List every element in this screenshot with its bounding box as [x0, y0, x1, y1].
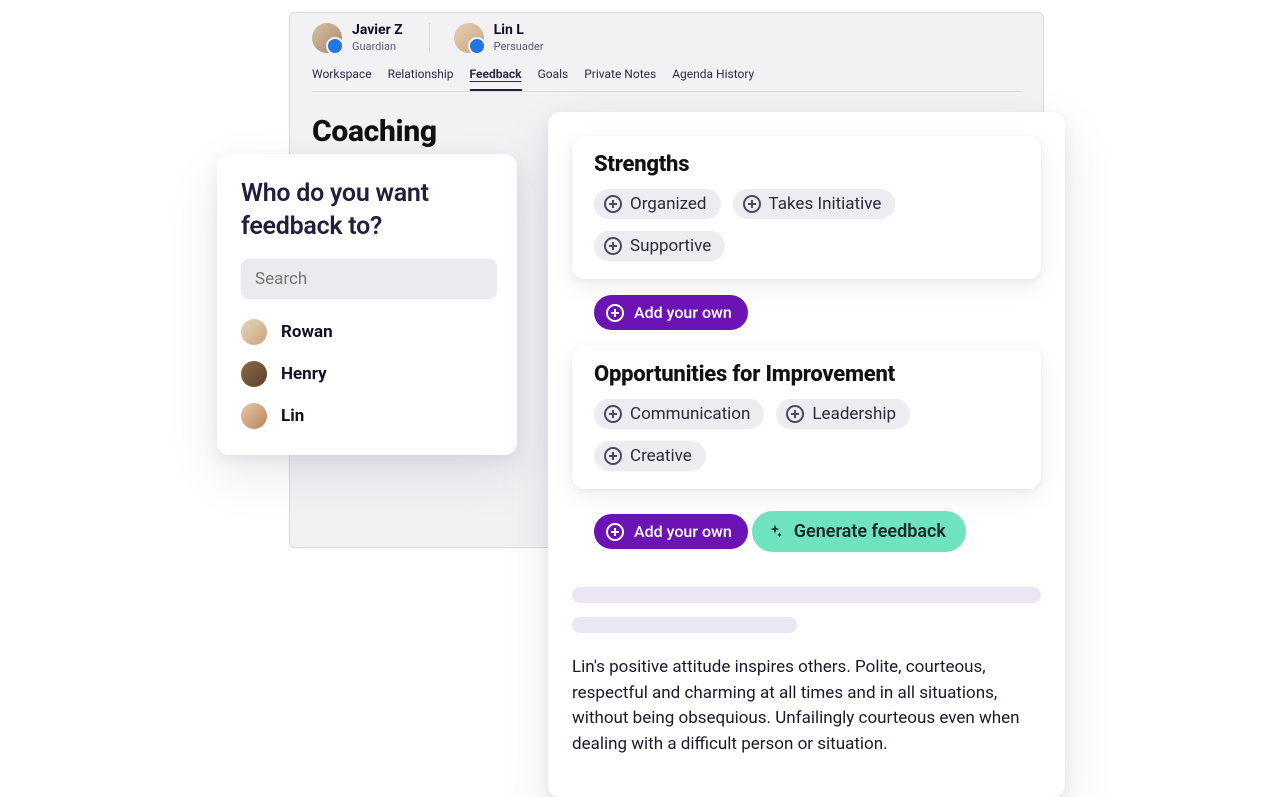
list-item-label: Henry — [281, 364, 327, 384]
add-opportunity-button[interactable]: Add your own — [594, 514, 748, 549]
people-list: Rowan Henry Lin — [241, 319, 497, 429]
list-item-label: Lin — [281, 406, 304, 426]
opportunities-group: Opportunities for Improvement Communicat… — [572, 346, 1041, 489]
chip-label: Communication — [630, 406, 750, 423]
button-label: Generate feedback — [794, 521, 946, 542]
chip-label: Organized — [630, 196, 707, 213]
list-item[interactable]: Henry — [241, 361, 497, 387]
plus-circle-icon — [786, 405, 804, 423]
participant-name: Javier Z — [352, 23, 403, 38]
chip-label: Leadership — [812, 406, 896, 423]
chip-creative[interactable]: Creative — [594, 441, 706, 471]
chip-label: Supportive — [630, 238, 711, 255]
chip-organized[interactable]: Organized — [594, 189, 721, 219]
tab-agenda-history[interactable]: Agenda History — [672, 67, 754, 91]
list-item-label: Rowan — [281, 322, 333, 342]
add-strength-button[interactable]: Add your own — [594, 295, 748, 330]
chip-takes-initiative[interactable]: Takes Initiative — [733, 189, 896, 219]
button-label: Add your own — [634, 522, 732, 541]
list-item[interactable]: Rowan — [241, 319, 497, 345]
search-field[interactable] — [241, 259, 497, 299]
avatar — [312, 23, 342, 53]
skeleton-line — [572, 587, 1041, 603]
tab-goals[interactable]: Goals — [538, 67, 569, 91]
chip-leadership[interactable]: Leadership — [776, 399, 910, 429]
participant-name: Lin L — [494, 23, 544, 38]
participant-1[interactable]: Javier Z Guardian — [312, 23, 403, 53]
avatar — [241, 361, 267, 387]
strengths-group: Strengths Organized Takes Initiative Sup… — [572, 136, 1041, 279]
generated-feedback-text: Lin's positive attitude inspires others.… — [572, 655, 1041, 757]
avatar — [241, 403, 267, 429]
panel-tabs: Workspace Relationship Feedback Goals Pr… — [312, 67, 1021, 92]
plus-circle-icon — [604, 195, 622, 213]
feedback-target-card: Who do you want feedback to? Rowan Henry… — [217, 154, 517, 455]
plus-circle-icon — [604, 237, 622, 255]
skeleton-line — [572, 617, 797, 633]
avatar — [241, 319, 267, 345]
sparkle-icon — [766, 523, 784, 541]
tab-workspace[interactable]: Workspace — [312, 67, 372, 91]
plus-circle-icon — [604, 405, 622, 423]
chip-supportive[interactable]: Supportive — [594, 231, 725, 261]
plus-circle-icon — [604, 447, 622, 465]
chip-communication[interactable]: Communication — [594, 399, 764, 429]
plus-circle-icon — [743, 195, 761, 213]
card-title: Who do you want feedback to? — [241, 178, 497, 243]
chip-label: Creative — [630, 448, 692, 465]
chip-label: Takes Initiative — [769, 196, 882, 213]
tab-relationship[interactable]: Relationship — [388, 67, 454, 91]
tab-feedback[interactable]: Feedback — [470, 67, 522, 91]
group-title: Strengths — [594, 152, 1023, 177]
search-input[interactable] — [253, 268, 479, 290]
button-label: Add your own — [634, 303, 732, 322]
participant-row: Javier Z Guardian Lin L Persuader — [312, 23, 1021, 53]
participant-2[interactable]: Lin L Persuader — [429, 23, 544, 53]
avatar — [454, 23, 484, 53]
plus-circle-icon — [606, 523, 624, 541]
tab-private-notes[interactable]: Private Notes — [584, 67, 656, 91]
feedback-builder-card: Strengths Organized Takes Initiative Sup… — [548, 112, 1065, 797]
loading-skeleton — [572, 587, 1041, 633]
participant-role: Guardian — [352, 40, 403, 53]
plus-circle-icon — [606, 304, 624, 322]
group-title: Opportunities for Improvement — [594, 362, 1023, 387]
list-item[interactable]: Lin — [241, 403, 497, 429]
generate-feedback-button[interactable]: Generate feedback — [752, 511, 966, 552]
participant-role: Persuader — [494, 40, 544, 53]
